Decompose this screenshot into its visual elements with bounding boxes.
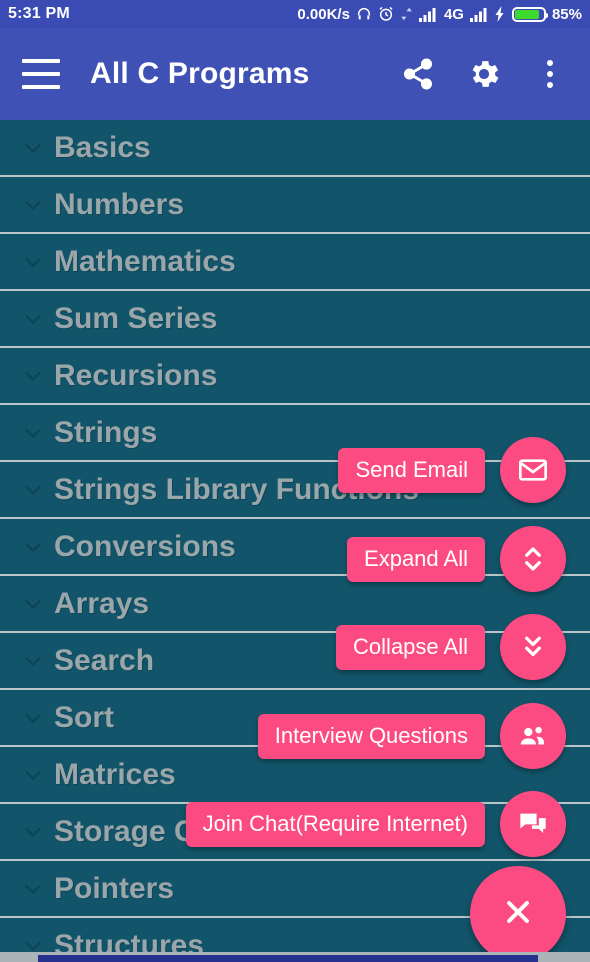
list-item-label: Mathematics [54, 244, 236, 278]
battery-icon [511, 6, 548, 22]
gear-icon [466, 56, 502, 92]
app-bar: All C Programs [0, 28, 590, 120]
bottom-nav-sliver [0, 952, 590, 962]
app-screen: 5:31 PM 0.00K/s 4G 85% All C Programs Ba… [0, 0, 590, 962]
email-icon [517, 454, 549, 486]
chevron-down-icon [22, 764, 44, 786]
list-item-label: Numbers [54, 187, 185, 221]
list-item[interactable]: Basics [0, 120, 590, 177]
list-item[interactable]: Sum Series [0, 291, 590, 348]
fab-action-join-chat[interactable]: Join Chat(Require Internet) [185, 791, 566, 857]
page-title: All C Programs [90, 57, 310, 90]
list-item-label: Pointers [54, 871, 175, 905]
list-item-label: Search [54, 643, 155, 677]
list-item-label: Basics [54, 130, 151, 164]
settings-button[interactable] [462, 52, 506, 96]
list-item-label: Sort [54, 700, 114, 734]
fab-button-interview-questions[interactable] [500, 703, 566, 769]
status-indicators: 0.00K/s 4G 85% [297, 6, 582, 23]
list-item[interactable]: Numbers [0, 177, 590, 234]
overflow-button[interactable] [528, 52, 572, 96]
list-item[interactable]: Mathematics [0, 234, 590, 291]
fab-action-expand-all[interactable]: Expand All [347, 526, 566, 592]
chevron-down-icon [22, 137, 44, 159]
share-icon [401, 57, 435, 91]
app-bar-actions [396, 52, 572, 96]
hamburger-menu-icon[interactable] [22, 59, 60, 89]
fab-label-join-chat[interactable]: Join Chat(Require Internet) [185, 801, 485, 847]
fab-button-expand-all[interactable] [500, 526, 566, 592]
status-clock: 5:31 PM [8, 5, 70, 22]
chat-bubbles-icon [517, 808, 549, 840]
share-button[interactable] [396, 52, 440, 96]
fab-label-collapse-all[interactable]: Collapse All [336, 624, 485, 670]
chevron-down-icon [22, 821, 44, 843]
people-icon [517, 720, 549, 752]
status-bar: 5:31 PM 0.00K/s 4G 85% [0, 0, 590, 28]
chevron-down-icon [22, 707, 44, 729]
network-type-label: 4G [443, 5, 464, 23]
list-item-label: Arrays [54, 586, 150, 620]
chevron-down-icon [22, 878, 44, 900]
battery-percent-label: 85% [551, 5, 582, 23]
list-item-label: Strings [54, 415, 158, 449]
chevron-down-icon [22, 251, 44, 273]
unfold-more-icon [518, 544, 548, 574]
list-item[interactable]: Recursions [0, 348, 590, 405]
chevron-down-icon [22, 308, 44, 330]
signal-bars-icon-2 [469, 7, 489, 22]
data-transfer-icon [400, 6, 413, 22]
fab-main-button[interactable] [470, 866, 566, 962]
chevron-down-icon [22, 593, 44, 615]
battery-fill [514, 9, 539, 19]
close-icon [500, 894, 536, 935]
list-item-label: Recursions [54, 358, 218, 392]
alarm-clock-icon [378, 6, 394, 22]
list-item-label: Matrices [54, 757, 176, 791]
list-item-label: Conversions [54, 529, 236, 563]
network-speed-label: 0.00K/s [297, 5, 350, 23]
fab-action-interview-questions[interactable]: Interview Questions [257, 703, 566, 769]
chevron-down-icon [22, 479, 44, 501]
fab-action-collapse-all[interactable]: Collapse All [336, 614, 566, 680]
fab-label-interview-questions[interactable]: Interview Questions [257, 713, 485, 759]
fab-action-send-email[interactable]: Send Email [338, 437, 566, 503]
fab-label-send-email[interactable]: Send Email [338, 447, 485, 493]
chevron-down-icon [22, 422, 44, 444]
charging-bolt-icon [495, 6, 506, 22]
chevron-down-icon [22, 194, 44, 216]
headphones-icon [356, 6, 372, 22]
fab-button-send-email[interactable] [500, 437, 566, 503]
chevron-down-icon [22, 650, 44, 672]
unfold-less-icon [518, 632, 548, 662]
signal-bars-icon [418, 7, 438, 22]
fab-button-join-chat[interactable] [500, 791, 566, 857]
fab-label-expand-all[interactable]: Expand All [347, 536, 485, 582]
chevron-down-icon [22, 365, 44, 387]
list-item-label: Sum Series [54, 301, 218, 335]
bottom-nav-inner [38, 955, 538, 962]
fab-button-collapse-all[interactable] [500, 614, 566, 680]
more-vertical-icon [547, 60, 553, 88]
chevron-down-icon [22, 536, 44, 558]
